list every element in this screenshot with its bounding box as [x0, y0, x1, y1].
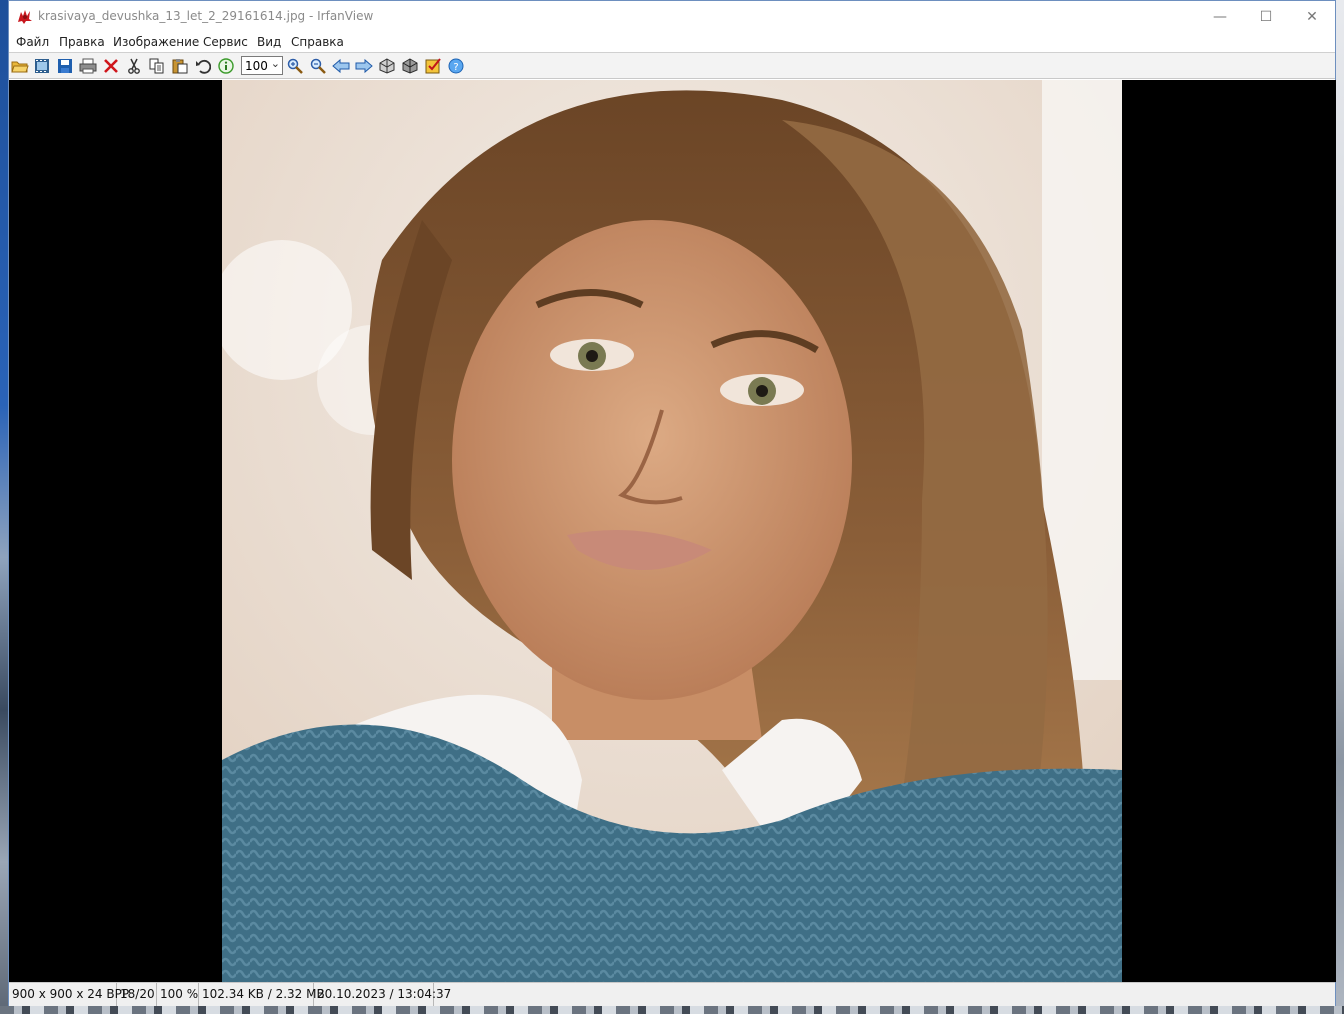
svg-text:?: ? [453, 62, 458, 73]
delete-icon[interactable] [101, 56, 121, 76]
title-bar[interactable]: krasivaya_devushka_13_let_2_29161614.jpg… [9, 1, 1335, 32]
portrait-photo [222, 80, 1122, 982]
menu-help[interactable]: Справка [291, 35, 344, 49]
previous-dir-icon[interactable] [377, 56, 397, 76]
chevron-down-icon: ⌄ [270, 57, 280, 70]
save-icon[interactable] [55, 56, 75, 76]
portrait-illustration [222, 80, 1122, 982]
status-filesize: 102.34 KB / 2.32 MB [199, 983, 325, 1006]
copy-icon[interactable] [147, 56, 167, 76]
next-dir-icon[interactable] [400, 56, 420, 76]
menu-bar: Файл Правка Изображение Сервис Вид Справ… [9, 32, 1335, 52]
maximize-button[interactable]: ☐ [1243, 1, 1289, 32]
irfanview-red-cat-icon [18, 10, 32, 24]
slideshow-icon[interactable] [32, 56, 52, 76]
menu-view[interactable]: Вид [257, 35, 281, 49]
window-title: krasivaya_devushka_13_let_2_29161614.jpg… [38, 9, 374, 23]
zoom-out-icon[interactable] [308, 56, 328, 76]
irfanview-window: krasivaya_devushka_13_let_2_29161614.jpg… [8, 0, 1336, 1006]
status-zoom: 100 % [157, 983, 199, 1006]
zoom-combo-value: 100 [245, 59, 268, 73]
zoom-in-icon[interactable] [285, 56, 305, 76]
previous-icon[interactable] [331, 56, 351, 76]
cut-icon[interactable] [124, 56, 144, 76]
desktop-background-right [1336, 0, 1344, 1014]
desktop-background-bottom [0, 1006, 1344, 1014]
help-icon[interactable]: ? [446, 56, 466, 76]
status-datetime: 20.10.2023 / 13:04:37 [314, 983, 451, 1006]
minimize-icon: — [1213, 8, 1227, 25]
image-viewport[interactable] [9, 80, 1336, 982]
menu-image[interactable]: Изображение [113, 35, 199, 49]
menu-edit[interactable]: Правка [59, 35, 105, 49]
toolbar: 100 ⌄ ? [9, 52, 1335, 79]
next-icon[interactable] [354, 56, 374, 76]
status-bar: 900 x 900 x 24 BPP 18/20 100 % 102.34 KB… [9, 982, 1335, 1006]
desktop-background-left [0, 0, 8, 1014]
minimize-button[interactable]: — [1197, 1, 1243, 32]
zoom-combo[interactable]: 100 ⌄ [241, 56, 283, 75]
status-dimensions: 900 x 900 x 24 BPP [9, 983, 129, 1006]
paste-icon[interactable] [170, 56, 190, 76]
close-button[interactable]: ✕ [1289, 1, 1335, 32]
maximize-icon: ☐ [1259, 8, 1273, 25]
open-folder-icon[interactable] [10, 56, 30, 76]
info-icon[interactable] [216, 56, 236, 76]
menu-file[interactable]: Файл [16, 35, 49, 49]
status-index: 18/20 [117, 983, 157, 1006]
undo-icon[interactable] [193, 56, 213, 76]
print-icon[interactable] [78, 56, 98, 76]
menu-options[interactable]: Сервис [203, 35, 248, 49]
close-icon: ✕ [1306, 8, 1318, 25]
thumbnails-icon[interactable] [423, 56, 443, 76]
